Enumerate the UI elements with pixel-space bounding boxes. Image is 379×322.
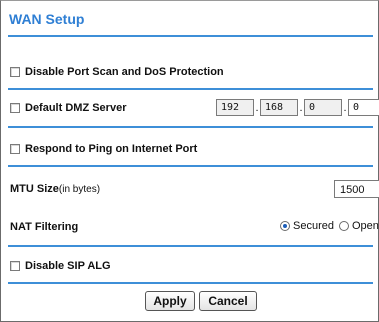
page-title: WAN Setup <box>9 11 85 27</box>
disable-sip-checkbox[interactable] <box>10 261 20 271</box>
apply-button[interactable]: Apply <box>145 291 195 311</box>
nat-open-radio[interactable] <box>338 221 349 231</box>
divider <box>8 165 373 167</box>
default-dmz-checkbox[interactable] <box>10 103 20 113</box>
dmz-ip-octet-3[interactable]: 0 <box>304 99 342 116</box>
respond-ping-row: Respond to Ping on Internet Port <box>10 143 372 155</box>
default-dmz-row: Default DMZ Server 192 . 168 . 0 . 0 <box>10 99 379 117</box>
divider <box>8 126 373 128</box>
divider <box>8 35 373 37</box>
mtu-row: MTU Size (in bytes) 1500 <box>10 180 379 198</box>
dmz-ip-octet-2[interactable]: 168 <box>260 99 298 116</box>
disable-port-scan-checkbox[interactable] <box>10 67 20 77</box>
nat-filtering-label: NAT Filtering <box>10 221 79 233</box>
mtu-unit: (in bytes) <box>58 183 101 195</box>
mtu-label: MTU Size <box>10 183 59 195</box>
respond-ping-checkbox[interactable] <box>10 144 20 154</box>
dmz-ip-octet-4[interactable]: 0 <box>348 99 379 116</box>
cancel-button[interactable]: Cancel <box>199 291 257 311</box>
nat-filtering-options: Secured Open <box>280 220 379 232</box>
wan-setup-panel: WAN Setup Disable Port Scan and DoS Prot… <box>0 0 379 322</box>
disable-port-scan-label: Disable Port Scan and DoS Protection <box>25 66 224 78</box>
nat-secured-radio[interactable] <box>280 221 290 231</box>
mtu-size-input[interactable]: 1500 <box>334 180 379 198</box>
nat-filtering-row: NAT Filtering Secured Open <box>10 220 379 234</box>
divider <box>8 88 373 90</box>
respond-ping-label: Respond to Ping on Internet Port <box>25 143 198 155</box>
disable-port-scan-row: Disable Port Scan and DoS Protection <box>10 66 372 78</box>
nat-open-label: Open <box>351 220 379 232</box>
default-dmz-label: Default DMZ Server <box>25 102 127 114</box>
dmz-ip-group: 192 . 168 . 0 . 0 <box>216 99 379 116</box>
action-buttons: Apply Cancel <box>10 291 372 311</box>
dmz-ip-octet-1[interactable]: 192 <box>216 99 254 116</box>
divider <box>8 282 373 284</box>
disable-sip-label: Disable SIP ALG <box>25 260 111 272</box>
divider <box>8 245 373 247</box>
disable-sip-row: Disable SIP ALG <box>10 260 372 272</box>
nat-secured-label: Secured <box>293 220 334 232</box>
